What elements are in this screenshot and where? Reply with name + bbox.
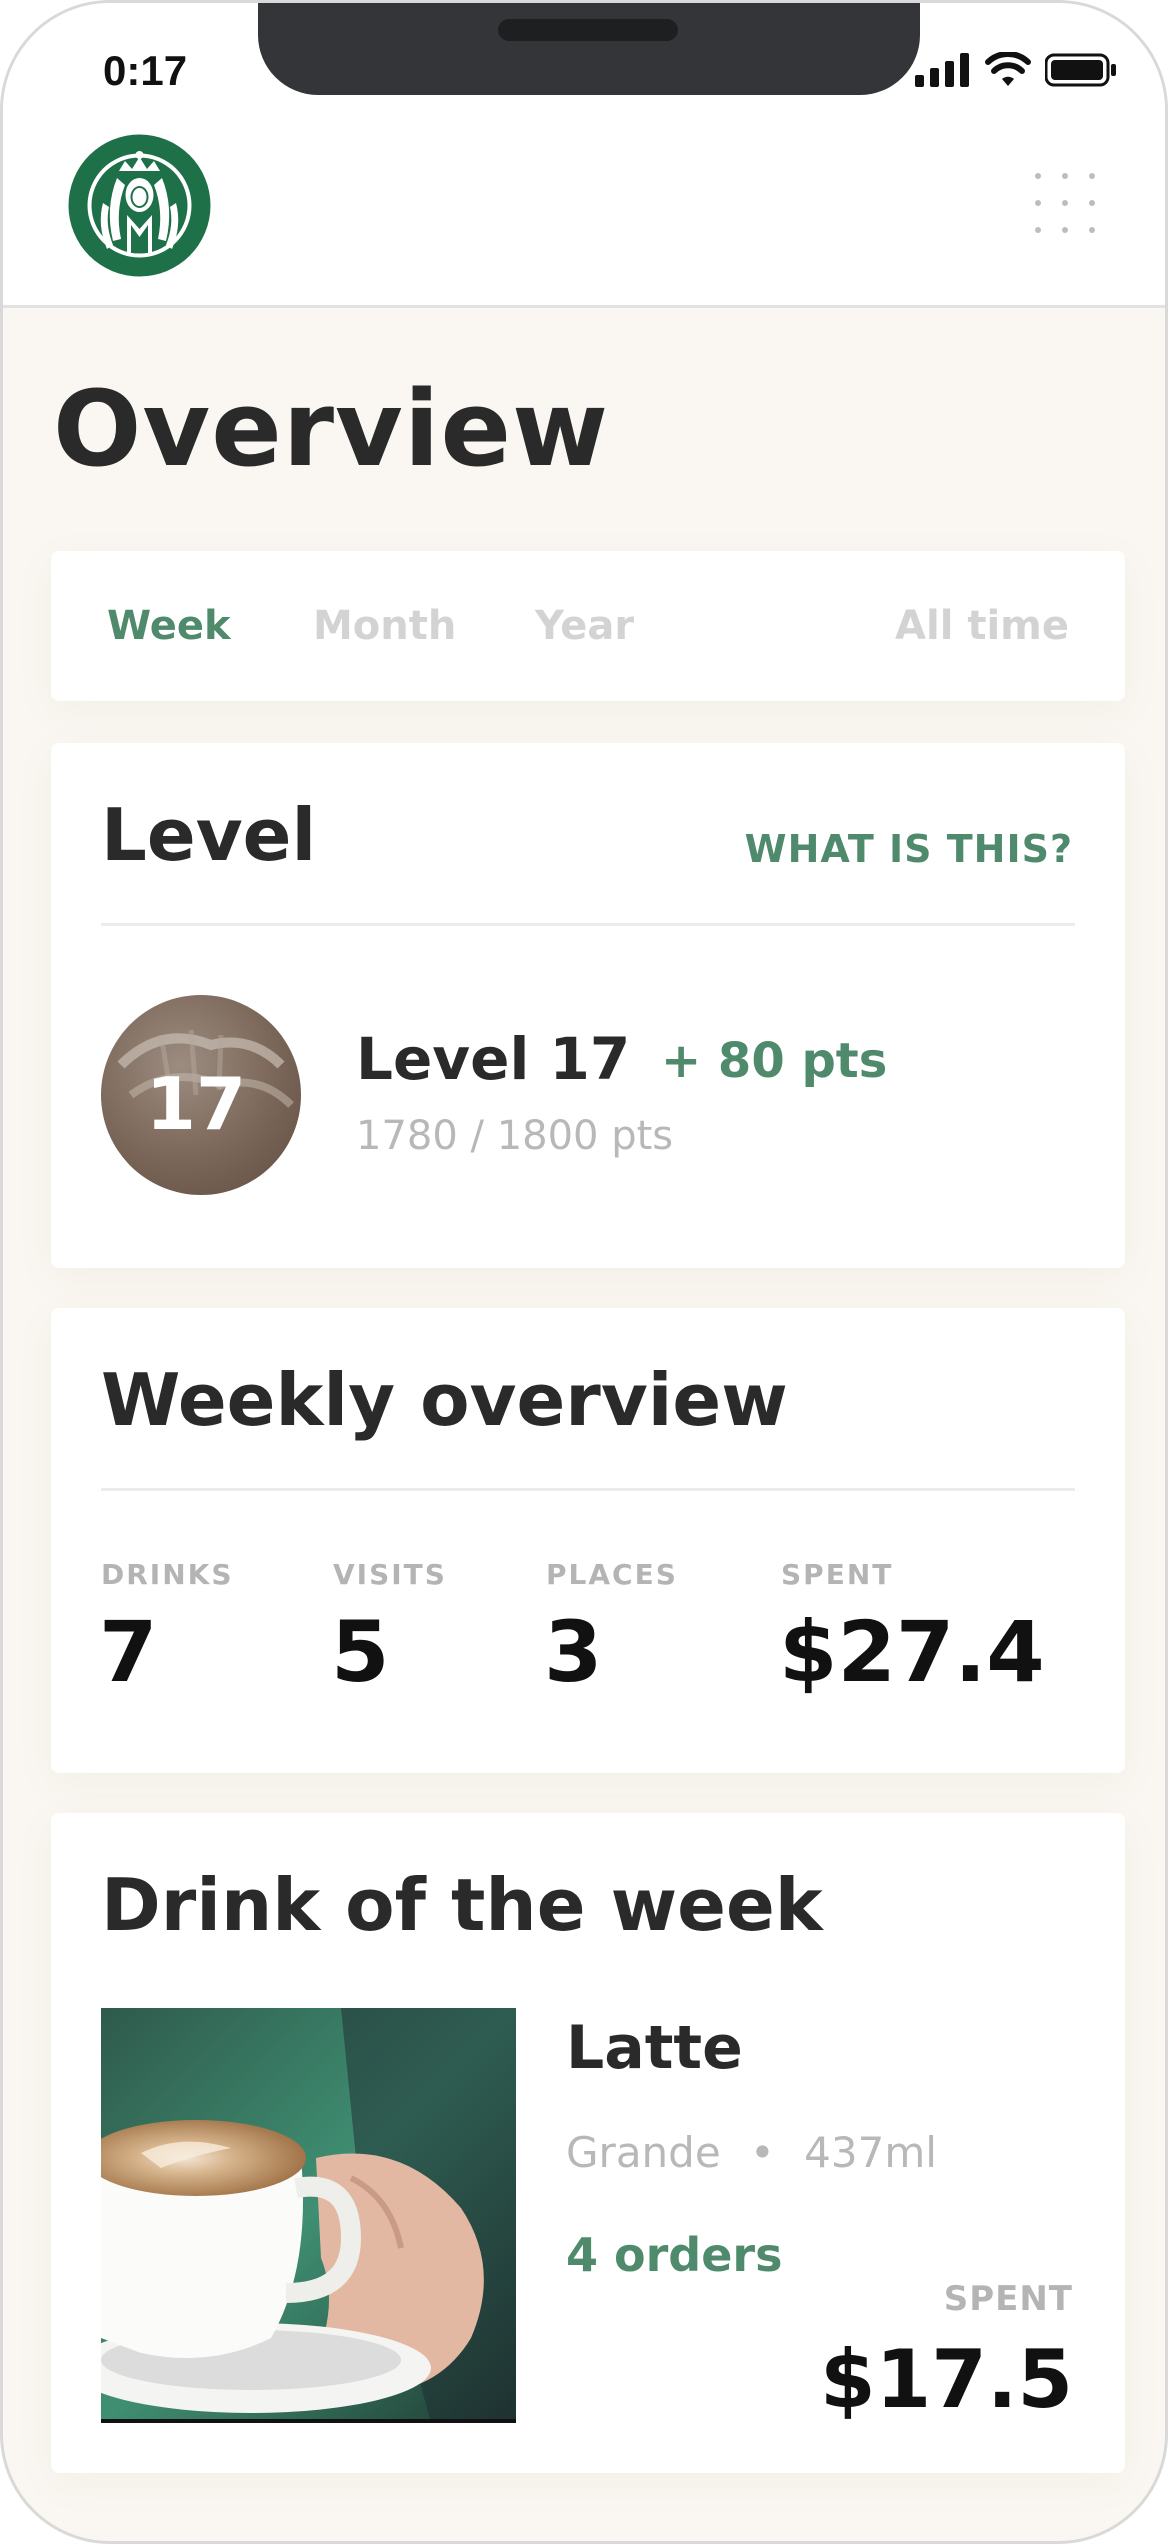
signal-icon [915,53,969,87]
tab-month[interactable]: Month [313,603,456,649]
weekly-divider [101,1488,1075,1491]
speaker-grille [498,19,678,41]
drink-spent-label: SPENT [943,2279,1073,2319]
stat-places-value: 3 [544,1603,603,1701]
level-badge-number: 17 [145,1062,247,1146]
tab-week[interactable]: Week [107,603,231,649]
level-divider [101,923,1075,926]
stat-drinks-value: 7 [99,1603,158,1701]
app-header [3,133,1165,308]
stat-drinks-label: DRINKS [101,1558,234,1591]
wifi-icon [985,52,1031,86]
drink-photo [101,2008,516,2423]
notch [258,3,920,95]
drink-title: Drink of the week [101,1863,823,1947]
drink-of-week-card: Drink of the week Latte Grande • 437ml 4… [51,1813,1125,2473]
tab-year[interactable]: Year [535,603,634,649]
level-points-gain: + 80 pts [661,1033,888,1089]
drink-size: Grande [566,2128,721,2177]
level-title: Level [101,793,317,877]
what-is-this-link[interactable]: WHAT IS THIS? [745,827,1073,871]
drink-orders: 4 orders [566,2228,783,2282]
battery-icon [1045,53,1116,87]
stat-places-label: PLACES [546,1558,678,1591]
starbucks-logo-icon[interactable] [67,133,212,278]
status-icons [915,45,1117,95]
drink-volume: 437ml [804,2128,937,2177]
level-card: Level WHAT IS THIS? 17 Level 17 + 80 pts… [51,743,1125,1268]
latte-cup-image [101,2008,516,2423]
stat-visits-label: VISITS [333,1558,447,1591]
grid-menu-icon[interactable] [1025,163,1105,243]
stat-spent-label: SPENT [781,1558,894,1591]
weekly-overview-card: Weekly overview DRINKS 7 VISITS 5 PLACES… [51,1308,1125,1773]
drink-name: Latte [566,2013,743,2083]
drink-size-info: Grande • 437ml [566,2128,937,2177]
level-name: Level 17 [356,1025,631,1093]
tab-all-time[interactable]: All time [895,603,1069,649]
period-tabs: Week Month Year All time [51,551,1125,701]
drink-separator: • [750,2128,775,2177]
status-bar: 0:17 [3,3,1165,133]
level-progress-text: 1780 / 1800 pts [356,1113,674,1159]
phone-frame: 0:17 Overview Week Month Year All time L… [0,0,1168,2544]
status-time: 0:17 [103,47,188,94]
weekly-title: Weekly overview [101,1358,788,1442]
drink-spent-value: $17.5 [819,2333,1073,2426]
page-title: Overview [53,368,610,490]
level-badge: 17 [101,995,301,1195]
stat-spent-value: $27.4 [779,1603,1045,1701]
stat-visits-value: 5 [331,1603,390,1701]
